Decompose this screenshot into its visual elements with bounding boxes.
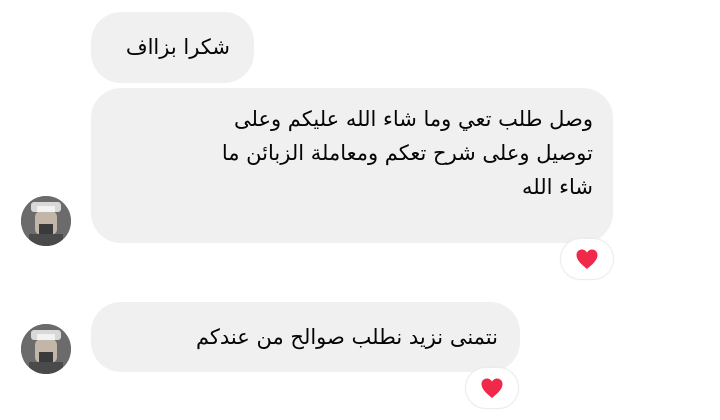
message-text-line-3: شاء الله — [522, 175, 593, 199]
avatar[interactable] — [21, 324, 71, 374]
heart-reaction[interactable] — [465, 367, 519, 409]
profile-photo-icon — [21, 196, 71, 246]
message-text-line-2: توصيل وعلى شرح تعكم ومعاملة الزبائن ما — [221, 141, 593, 165]
message-text: نتمنى نزيد نطلب صوالح من عندكم — [195, 325, 498, 349]
heart-icon — [576, 249, 598, 269]
heart-icon — [481, 378, 503, 398]
message-bubble-hope[interactable]: نتمنى نزيد نطلب صوالح من عندكم — [91, 302, 520, 372]
message-text-line-1: وصل طلب تعي وما شاء الله عليكم وعلى — [234, 107, 593, 131]
avatar[interactable] — [21, 196, 71, 246]
message-bubble-review[interactable]: وصل طلب تعي وما شاء الله عليكم وعلى توصي… — [91, 88, 613, 243]
profile-photo-icon — [21, 324, 71, 374]
message-text: شكرا بزااف — [125, 35, 230, 59]
heart-reaction[interactable] — [560, 238, 614, 280]
message-bubble-thanks[interactable]: شكرا بزااف — [91, 12, 254, 83]
